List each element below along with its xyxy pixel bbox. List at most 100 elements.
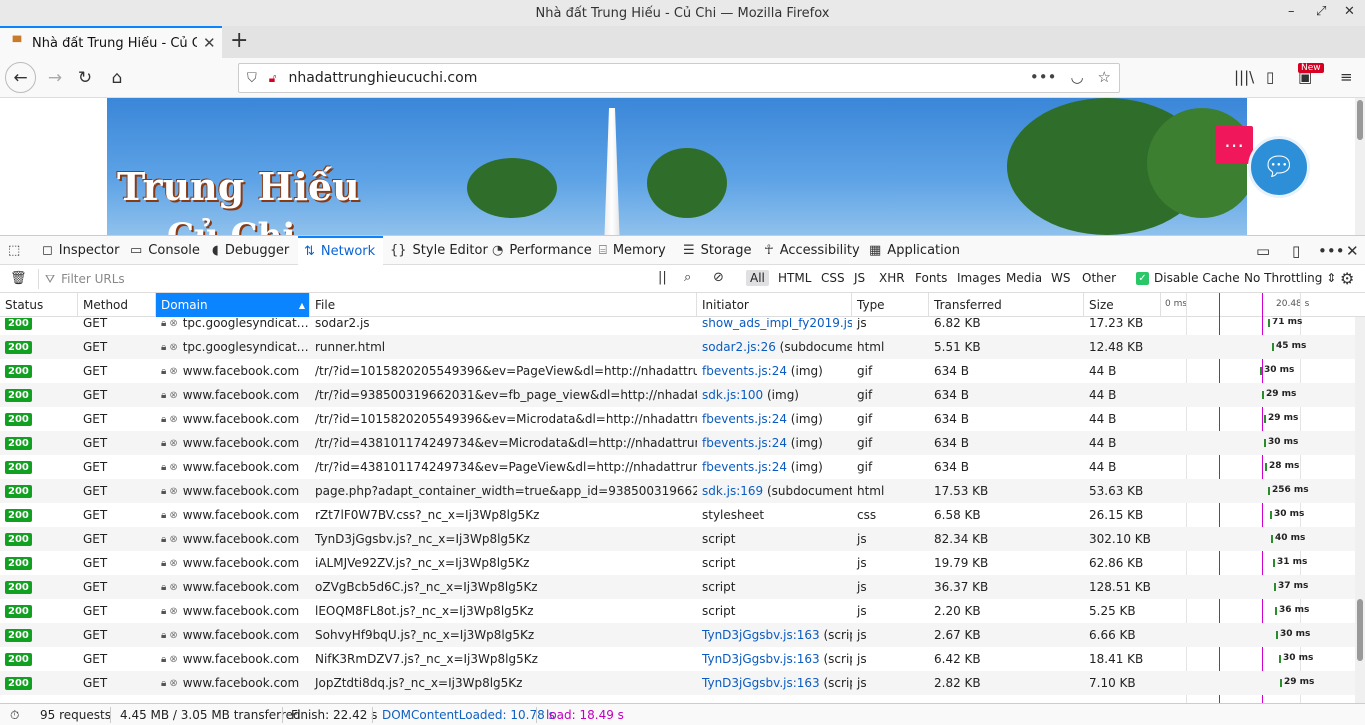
table-row[interactable]: 200 GET 🔒︎ ⊗ www.facebook.com/tr/?id=1015820… [0, 359, 1355, 383]
table-row[interactable]: 200 GET 🔒︎ ⊗ www.facebook.com/tr/?id=9385003… [0, 383, 1355, 407]
clear-log-icon[interactable]: 🗑︎ [10, 271, 27, 286]
chat-bubble-icon[interactable]: 💬︎ [1248, 136, 1310, 198]
table-row[interactable]: 200 GET 🔒︎ ⊗ www.facebook.com JopZtdti8dq.js?… [0, 671, 1355, 695]
filter-type-images[interactable]: Images [953, 270, 1005, 286]
column-size[interactable]: Size [1084, 293, 1161, 317]
initiator-link[interactable]: fbevents.js:24 [702, 364, 787, 378]
dock-icon[interactable]: ▯ [1292, 242, 1300, 260]
tab-style-editor[interactable]: {} Style Editor [390, 236, 488, 265]
close-devtools-icon[interactable]: ✕ [1346, 242, 1359, 260]
initiator-link[interactable]: TynD3jGgsbv.js:163 [702, 628, 820, 642]
initiator-link[interactable]: fbevents.js:24 [702, 460, 787, 474]
maximize-icon[interactable]: ⤢ [1316, 4, 1326, 19]
column-transferred[interactable]: Transferred [929, 293, 1084, 317]
tab-storage[interactable]: ☰ Storage [683, 236, 752, 265]
banner-subtitle: Củ Chi [167, 216, 295, 235]
table-row[interactable]: 200 GET 🔒︎ ⊗ www.facebook.com lEOQM8FL8ot.js?… [0, 599, 1355, 623]
initiator-link[interactable]: sdk.js:169 [702, 484, 763, 498]
tab-debugger[interactable]: ◖ Debugger [212, 236, 289, 265]
pocket-icon[interactable]: ◡ [1070, 68, 1083, 86]
page-scrollbar[interactable] [1355, 98, 1365, 235]
filter-urls-input[interactable]: ⛛ Filter URLs [38, 269, 648, 289]
devtools-menu-icon[interactable]: ••• [1318, 242, 1345, 260]
throttling-select[interactable]: No Throttling ⇕ [1244, 271, 1336, 285]
column-initiator[interactable]: Initiator [697, 293, 852, 317]
insecure-lock-icon[interactable]: 🔓︎ [269, 71, 277, 86]
column-type[interactable]: Type [852, 293, 929, 317]
column-waterfall[interactable]: 0 ms 20.48 s [1161, 293, 1355, 317]
table-row[interactable]: 200 GET 🔒︎ ⊗ www.facebook.com iALMJVe92ZV.js?… [0, 551, 1355, 575]
initiator-link[interactable]: fbevents.js:24 [702, 436, 787, 450]
gear-icon[interactable]: ⚙ [1340, 269, 1354, 288]
filter-type-css[interactable]: CSS [817, 270, 849, 286]
table-row[interactable]: 200 GET 🔒︎⊗ tpc.googlesyndication.com sodar2… [0, 318, 1355, 335]
filter-type-fonts[interactable]: Fonts [911, 270, 951, 286]
page-actions-icon[interactable]: ••• [1030, 68, 1057, 86]
responsive-mode-icon[interactable]: ▭ [1256, 242, 1270, 260]
filter-type-ws[interactable]: WS [1047, 270, 1074, 286]
home-button[interactable]: ⌂ [102, 63, 132, 93]
tab-network[interactable]: ⇅ Network [298, 236, 384, 265]
minimize-icon[interactable]: – [1288, 4, 1295, 19]
initiator-link[interactable]: sodar2.js:26 [702, 340, 776, 354]
more-options-button[interactable]: ⋯ [1215, 126, 1253, 164]
table-row[interactable]: 200 GET 🔒︎ ⊗ www.facebook.com page.php?adapt_… [0, 479, 1355, 503]
forward-button[interactable]: → [40, 63, 70, 93]
initiator-link[interactable]: TynD3jGgsbv.js:163 [702, 652, 820, 666]
element-picker-icon[interactable]: ⬚ [8, 236, 26, 265]
chip-icon: ⌸ [599, 243, 607, 258]
url-text[interactable]: nhadattrunghieucuchi.com [289, 70, 478, 86]
filter-type-all[interactable]: All [746, 270, 769, 286]
table-row[interactable]: 200 GET 🔒︎ ⊗ www.facebook.com rZt7lF0W7BV.css… [0, 503, 1355, 527]
scrollbar-thumb[interactable] [1357, 599, 1363, 661]
cell-file: JopZtdti8dq.js?_nc_x=Ij3Wp8lg5Kz [315, 676, 523, 690]
table-row[interactable]: 200 GET 🔒︎ ⊗ www.facebook.com/tr/?id=4381011… [0, 431, 1355, 455]
disable-cache-checkbox[interactable]: ✓ Disable Cache [1136, 271, 1240, 285]
table-row[interactable]: 200 GET 🔒︎⊗ tpc.googlesyndication.com runner… [0, 335, 1355, 359]
browser-tab[interactable]: ▀ Nhà đất Trung Hiếu - Củ Chi ✕ [0, 26, 222, 58]
filter-type-media[interactable]: Media [1002, 270, 1046, 286]
hamburger-menu-icon[interactable]: ≡ [1340, 68, 1353, 86]
initiator-link[interactable]: sdk.js:100 [702, 388, 763, 402]
filter-type-other[interactable]: Other [1078, 270, 1120, 286]
search-icon[interactable]: ⌕ [684, 270, 691, 285]
tab-performance[interactable]: ◔ Performance [492, 236, 592, 265]
close-window-icon[interactable]: ✕ [1344, 4, 1355, 19]
requests-scrollbar[interactable] [1355, 317, 1365, 703]
table-row[interactable]: 200 GET 🔒︎ ⊗ www.facebook.com/tr/?id=1015820… [0, 407, 1355, 431]
bookmark-star-icon[interactable]: ☆ [1098, 68, 1111, 86]
column-method[interactable]: Method [78, 293, 156, 317]
shield-icon[interactable]: ⛉ [247, 71, 257, 86]
block-icon[interactable]: ⊘ [713, 270, 724, 285]
scrollbar-thumb[interactable] [1357, 100, 1363, 140]
close-tab-icon[interactable]: ✕ [203, 34, 216, 52]
table-row[interactable]: 200 GET 🔒︎ ⊗ www.facebook.com NifK3RmDZV7.js?… [0, 647, 1355, 671]
column-status[interactable]: Status [0, 293, 78, 317]
initiator-link[interactable]: fbevents.js:24 [702, 412, 787, 426]
table-row[interactable]: 200 GET 🔒︎ ⊗ www.facebook.com TynD3jGgsbv.js?… [0, 527, 1355, 551]
library-icon[interactable]: |||\ [1234, 68, 1254, 86]
tab-console[interactable]: ▭ Console [130, 236, 200, 265]
filter-type-html[interactable]: HTML [774, 270, 815, 286]
reload-button[interactable]: ↻ [70, 63, 100, 93]
sidebar-icon[interactable]: ▯ [1266, 68, 1274, 86]
initiator-link[interactable]: show_ads_impl_fy2019.js:... [702, 318, 852, 330]
pause-icon[interactable]: || [658, 270, 667, 285]
tab-inspector[interactable]: ◻ Inspector [42, 236, 119, 265]
new-tab-icon[interactable]: + [230, 28, 248, 53]
back-button[interactable]: ← [5, 62, 36, 93]
tab-accessibility[interactable]: ☥ Accessibility [764, 236, 860, 265]
table-row[interactable]: 200 GET 🔒︎ ⊗ www.facebook.com/tr/?id=4381011… [0, 455, 1355, 479]
tab-application[interactable]: ▦ Application [869, 236, 960, 265]
url-bar[interactable]: ⛉ 🔓︎ nhadattrunghieucuchi.com ••• ◡ ☆ [238, 63, 1120, 93]
initiator-link[interactable]: TynD3jGgsbv.js:163 [702, 676, 820, 690]
table-row[interactable]: 200 GET 🔒︎ ⊗ www.facebook.com SohvyHf9bqU.js?… [0, 623, 1355, 647]
filter-type-xhr[interactable]: XHR [875, 270, 909, 286]
tab-memory[interactable]: ⌸ Memory [599, 236, 666, 265]
tracker-icon: ⊗ [169, 437, 178, 449]
column-file[interactable]: File [310, 293, 697, 317]
column-domain[interactable]: Domain ▲ [156, 293, 310, 317]
filter-type-js[interactable]: JS [850, 270, 869, 286]
cell-size: 26.15 KB [1089, 508, 1144, 522]
table-row[interactable]: 200 GET 🔒︎ ⊗ www.facebook.com oZVgBcb5d6C.js?… [0, 575, 1355, 599]
